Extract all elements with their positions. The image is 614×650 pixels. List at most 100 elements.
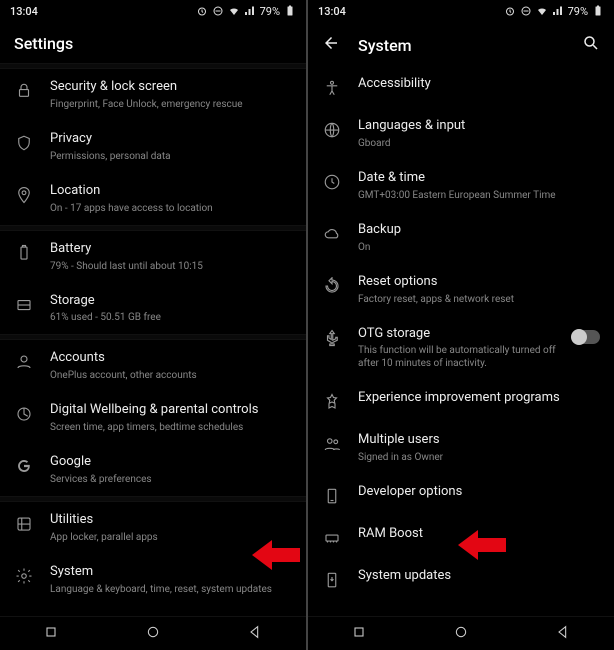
settings-item-battery[interactable]: Battery 79% - Should last until about 10:… [0,231,306,283]
settings-item-about[interactable]: About phoneOnePlus 6 [0,606,306,616]
item-label: Digital Wellbeing & parental controls [50,402,292,419]
item-label: Backup [358,222,600,239]
item-sub: OnePlus account, other accounts [50,369,292,382]
item-sub: On [358,241,600,254]
settings-item-wellbeing[interactable]: Digital Wellbeing & parental controlsScr… [0,392,306,444]
phone-left: 13:04 79% Settings Security & lock scree… [0,0,306,650]
item-sub: App locker, parallel apps [50,531,292,544]
settings-item-system[interactable]: System Language & keyboard, time, reset, … [0,554,306,606]
item-label: Storage [50,293,292,310]
wifi-icon [536,5,548,17]
nav-home[interactable] [453,624,469,644]
item-sub: 61% used - 50.51 GB free [50,311,292,324]
settings-item-security[interactable]: Security & lock screen Fingerprint, Face … [0,69,306,121]
item-sub: Language & keyboard, time, reset, system… [50,583,292,596]
page-title: System [358,36,412,55]
item-label: Utilities [50,512,292,529]
back-button[interactable] [322,34,340,56]
usb-icon [322,328,342,348]
signal-icon [244,5,256,17]
wifi-icon [228,5,240,17]
account-icon [14,352,34,372]
system-list: Accessibility Languages & input Gboard Da… [308,66,614,616]
header: Settings [0,22,306,63]
item-sub: On - 17 apps have access to location [50,202,292,215]
settings-item-storage[interactable]: Storage61% used - 50.51 GB free [0,283,306,335]
battery-text: 79% [568,5,588,18]
users-icon [322,434,342,454]
item-sub: Fingerprint, Face Unlock, emergency resc… [50,98,292,111]
item-label: System [50,564,292,581]
item-label: Experience improvement programs [358,390,600,407]
item-sub: Gboard [358,137,600,150]
item-label: Languages & input [358,118,600,135]
system-item-experience[interactable]: Experience improvement programs [308,380,614,422]
system-item-backup[interactable]: Backup On [308,212,614,264]
item-label: Accounts [50,350,292,367]
system-item-languages[interactable]: Languages & input Gboard [308,108,614,160]
system-item-updates[interactable]: System updates [308,558,614,600]
settings-item-accounts[interactable]: Accounts OnePlus account, other accounts [0,340,306,392]
settings-item-location[interactable]: Location On - 17 apps have access to loca… [0,173,306,225]
item-label: Battery [50,241,292,258]
item-sub: Factory reset, apps & network reset [358,293,600,306]
status-bar: 13:04 79% [308,0,614,22]
system-item-datetime[interactable]: Date & time GMT+03:00 Eastern European Su… [308,160,614,212]
gear-icon [14,566,34,586]
nav-back[interactable] [555,624,571,644]
header: System [308,22,614,66]
wellbeing-icon [14,404,34,424]
settings-item-utilities[interactable]: Utilities App locker, parallel apps [0,502,306,554]
ram-icon [322,528,342,548]
phone-right: 13:04 79% System Accessibility Languages… [308,0,614,650]
utilities-icon [14,514,34,534]
system-item-otg[interactable]: OTG storageThis function will be automat… [308,316,614,381]
item-label: Google [50,454,292,471]
settings-list: Security & lock screen Fingerprint, Face … [0,69,306,616]
battery-icon [592,5,604,17]
item-label: Multiple users [358,432,600,449]
badge-icon [322,392,342,412]
item-label: Location [50,183,292,200]
nav-bar [308,616,614,650]
status-icons: 79% [504,5,604,18]
item-label: System updates [358,568,600,585]
item-label: Accessibility [358,76,600,93]
nav-home[interactable] [145,624,161,644]
status-time: 13:04 [10,5,38,18]
signal-icon [552,5,564,17]
item-label: Reset options [358,274,600,291]
item-label: OTG storage [358,326,556,343]
item-sub: Services & preferences [50,473,292,486]
page-title: Settings [14,34,73,53]
nav-bar [0,616,306,650]
search-button[interactable] [582,34,600,56]
system-item-accessibility[interactable]: Accessibility [308,66,614,108]
settings-item-google[interactable]: Google Services & preferences [0,444,306,496]
item-sub: This function will be automatically turn… [358,344,556,370]
nav-back[interactable] [247,624,263,644]
nav-recent[interactable] [43,624,59,644]
developer-icon [322,486,342,506]
alarm-icon [504,5,516,17]
google-icon [14,456,34,476]
item-label: Security & lock screen [50,79,292,96]
system-item-developer[interactable]: Developer options [308,474,614,516]
status-time: 13:04 [318,5,346,18]
item-label: Date & time [358,170,600,187]
update-icon [322,570,342,590]
alarm-icon [196,5,208,17]
globe-icon [322,120,342,140]
item-sub: 79% - Should last until about 10:15 [50,260,292,273]
item-label: Developer options [358,484,600,501]
shield-icon [14,133,34,153]
system-item-ramboost[interactable]: RAM Boost [308,516,614,558]
item-sub: Permissions, personal data [50,150,292,163]
settings-item-privacy[interactable]: PrivacyPermissions, personal data [0,121,306,173]
item-sub: GMT+03:00 Eastern European Summer Time [358,189,600,202]
battery-text: 79% [260,5,280,18]
system-item-reset[interactable]: Reset options Factory reset, apps & netwo… [308,264,614,316]
otg-toggle[interactable] [572,330,600,344]
system-item-multiusers[interactable]: Multiple usersSigned in as Owner [308,422,614,474]
nav-recent[interactable] [351,624,367,644]
